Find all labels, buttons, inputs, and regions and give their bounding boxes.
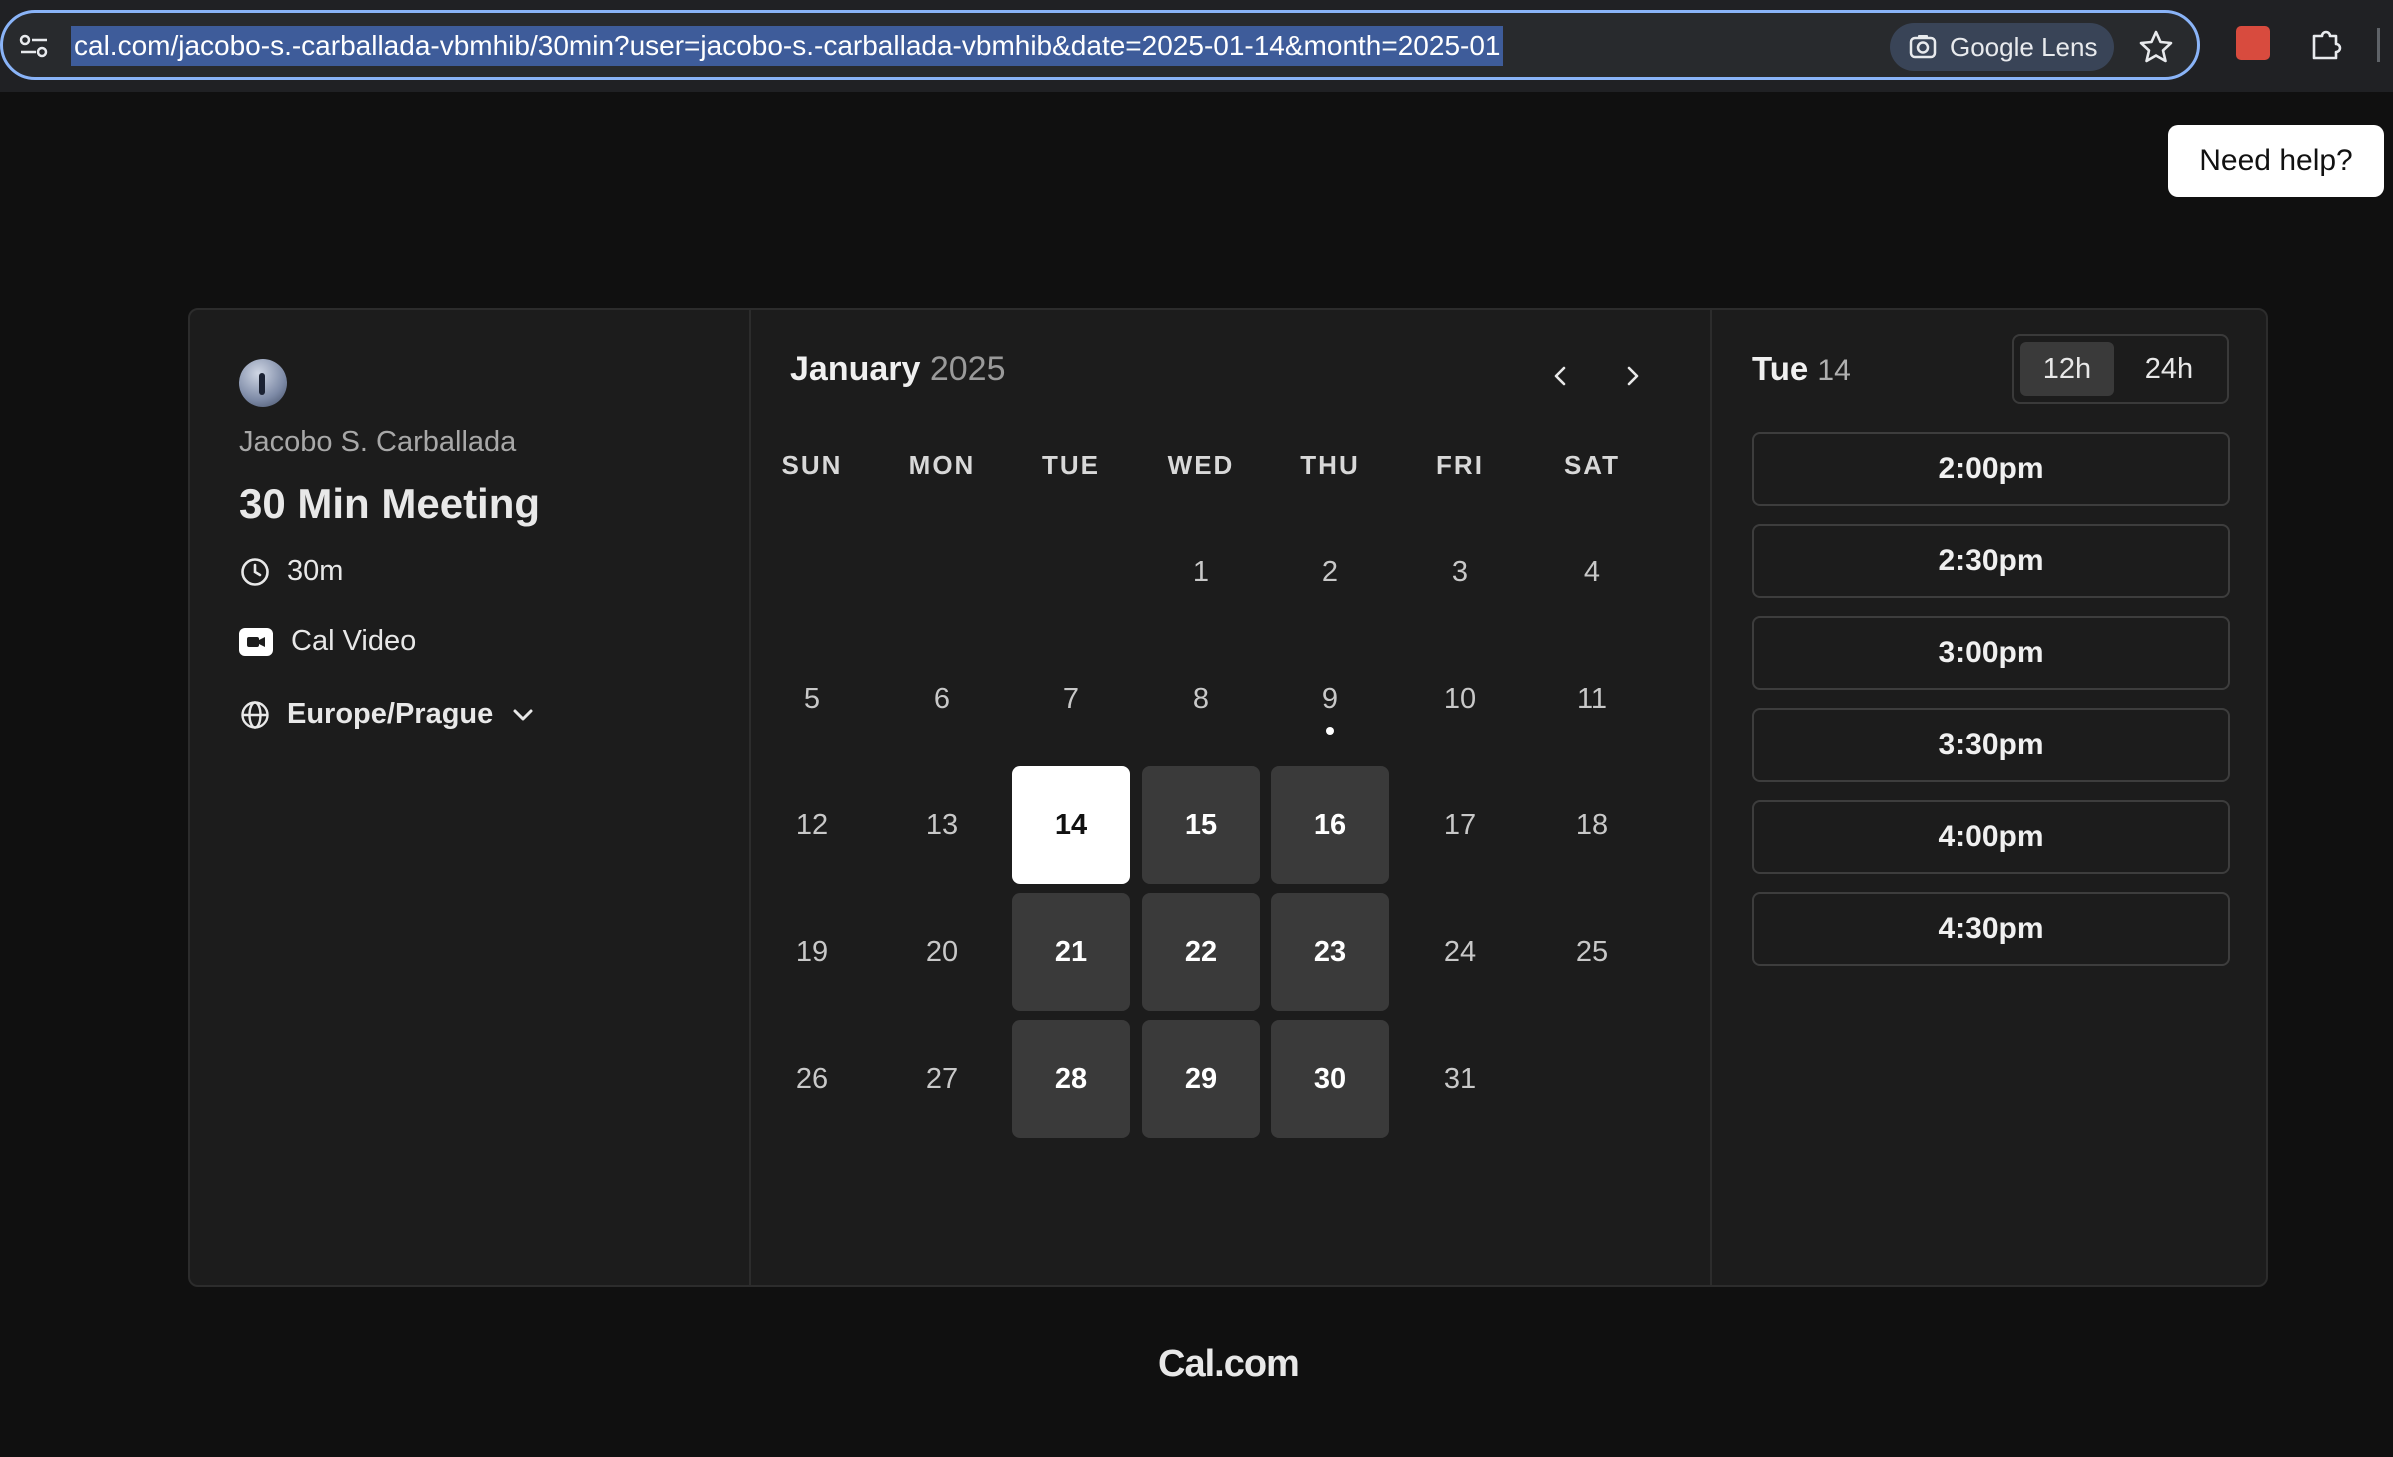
calendar-day: 9 bbox=[1321, 682, 1339, 715]
calendar-day: 13 bbox=[925, 808, 959, 841]
timezone-text: Europe/Prague bbox=[287, 698, 494, 730]
weekday-label: SAT bbox=[1563, 450, 1621, 480]
lens-icon bbox=[1909, 35, 1937, 59]
calendar-day[interactable]: 16 bbox=[1271, 766, 1389, 884]
calendar-day: 7 bbox=[1062, 682, 1080, 715]
weekday-label: THU bbox=[1300, 450, 1360, 480]
calendar-day[interactable]: 30 bbox=[1271, 1020, 1389, 1138]
calendar-day[interactable]: 23 bbox=[1271, 893, 1389, 1011]
calendar-day[interactable]: 14 bbox=[1012, 766, 1130, 884]
calendar-day: 26 bbox=[795, 1062, 829, 1095]
calendar-day: 2 bbox=[1321, 555, 1339, 588]
cal-com-logo: Cal.com bbox=[1158, 1343, 1300, 1385]
time-slot-button[interactable]: 3:30pm bbox=[1752, 708, 2230, 782]
weekday-label: TUE bbox=[1042, 450, 1100, 480]
event-title: 30 Min Meeting bbox=[239, 480, 541, 527]
calendar-day: 6 bbox=[933, 682, 951, 715]
calendar-day: 4 bbox=[1583, 555, 1601, 588]
time-slot-button[interactable]: 4:30pm bbox=[1752, 892, 2230, 966]
weekday-label: MON bbox=[908, 450, 976, 480]
video-camera-icon bbox=[239, 627, 273, 656]
calendar-day[interactable]: 28 bbox=[1012, 1020, 1130, 1138]
event-info-panel: Jacobo S. Carballada 30 Min Meeting 30m … bbox=[190, 310, 751, 1285]
chevron-right-icon bbox=[1627, 366, 1639, 386]
calendar-day[interactable]: 22 bbox=[1142, 893, 1260, 1011]
calendar-day: 19 bbox=[795, 935, 829, 968]
extension-icon[interactable] bbox=[2236, 26, 2270, 60]
time-slot-button[interactable]: 2:30pm bbox=[1752, 524, 2230, 598]
clock-icon bbox=[241, 557, 269, 586]
calendar-day: 3 bbox=[1451, 555, 1469, 588]
host-name: Jacobo S. Carballada bbox=[239, 426, 517, 458]
time-slot-button[interactable]: 4:00pm bbox=[1752, 800, 2230, 874]
weekday-label: WED bbox=[1167, 450, 1235, 480]
weekday-label: FRI bbox=[1436, 450, 1484, 480]
google-lens-label: Google Lens bbox=[1950, 31, 2098, 62]
extensions-puzzle-icon[interactable] bbox=[2306, 24, 2346, 64]
calendar-day: 8 bbox=[1192, 682, 1210, 715]
year: 2025 bbox=[929, 350, 1006, 388]
globe-icon bbox=[241, 700, 269, 729]
time-slot-button[interactable]: 2:00pm bbox=[1752, 432, 2230, 506]
toolbar-divider bbox=[2377, 28, 2380, 62]
bookmark-star-icon[interactable] bbox=[2136, 27, 2176, 67]
calendar-day[interactable]: 21 bbox=[1012, 893, 1130, 1011]
location-row: Cal Video bbox=[239, 625, 416, 658]
format-24h-option[interactable]: 24h bbox=[2122, 342, 2216, 396]
calendar-day: 12 bbox=[795, 808, 829, 841]
address-bar[interactable]: cal.com/jacobo-s.-carballada-vbmhib/30mi… bbox=[0, 10, 2200, 80]
month-name: January bbox=[790, 350, 921, 388]
url-text[interactable]: cal.com/jacobo-s.-carballada-vbmhib/30mi… bbox=[71, 26, 1504, 66]
need-help-button[interactable]: Need help? bbox=[2168, 125, 2384, 197]
time-slot-button[interactable]: 3:00pm bbox=[1752, 616, 2230, 690]
calendar-day: 24 bbox=[1443, 935, 1477, 968]
calendar-day: 5 bbox=[803, 682, 821, 715]
next-month-button[interactable] bbox=[1612, 356, 1652, 396]
weekday-label: SUN bbox=[781, 450, 843, 480]
calendar-day: 27 bbox=[925, 1062, 959, 1095]
chevron-left-icon bbox=[1554, 366, 1566, 386]
time-slots-panel: Tue 14 12h 24h 2:00pm 2:30pm 3:00pm 3:30pm 4… bbox=[1710, 310, 2268, 1285]
google-lens-button[interactable]: Google Lens bbox=[1890, 23, 2114, 71]
avatar bbox=[239, 359, 287, 407]
booking-card: Jacobo S. Carballada 30 Min Meeting 30m … bbox=[188, 308, 2268, 1287]
calendar-day: 25 bbox=[1575, 935, 1609, 968]
calendar-month-title: January 2025 bbox=[790, 350, 1006, 389]
selected-day-number: 14 bbox=[1817, 354, 1851, 387]
format-12h-option[interactable]: 12h bbox=[2020, 342, 2114, 396]
calendar-day: 20 bbox=[925, 935, 959, 968]
calendar-day[interactable]: 29 bbox=[1142, 1020, 1260, 1138]
calendar-day[interactable]: 15 bbox=[1142, 766, 1260, 884]
selected-day-name: Tue bbox=[1752, 350, 1809, 387]
browser-toolbar: cal.com/jacobo-s.-carballada-vbmhib/30mi… bbox=[0, 0, 2393, 92]
time-format-toggle: 12h 24h bbox=[2012, 334, 2229, 404]
previous-month-button[interactable] bbox=[1541, 356, 1581, 396]
calendar-day: 10 bbox=[1443, 682, 1477, 715]
duration-row: 30m bbox=[239, 555, 343, 588]
chevron-down-icon bbox=[513, 709, 533, 720]
site-settings-icon[interactable] bbox=[19, 33, 49, 59]
selected-date-label: Tue 14 bbox=[1752, 350, 1851, 388]
today-indicator-dot bbox=[1326, 727, 1334, 735]
timezone-select[interactable]: Europe/Prague bbox=[239, 698, 537, 731]
calendar-day: 31 bbox=[1443, 1062, 1477, 1095]
calendar-day: 17 bbox=[1443, 808, 1477, 841]
duration-text: 30m bbox=[287, 555, 344, 587]
calendar-day: 11 bbox=[1576, 682, 1608, 715]
calendar-day: 18 bbox=[1575, 808, 1609, 841]
calendar-day: 1 bbox=[1192, 555, 1210, 588]
location-text: Cal Video bbox=[291, 625, 417, 657]
